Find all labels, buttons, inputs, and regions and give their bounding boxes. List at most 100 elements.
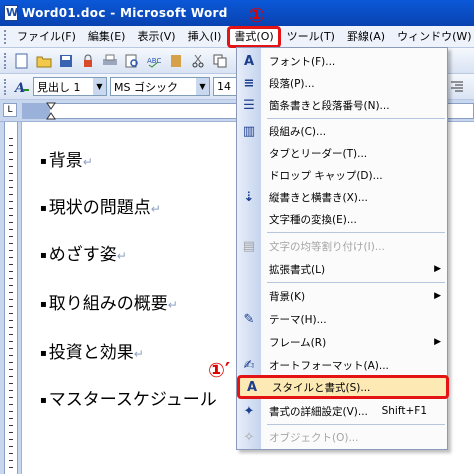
- menu-item-label: ドロップ キャップ(D)...: [269, 169, 383, 182]
- heading-line[interactable]: ▪ 背景↵: [40, 146, 93, 171]
- svg-text:A: A: [14, 81, 25, 95]
- styles-formatting-icon: A: [246, 379, 258, 395]
- menu-item-label: 背景(K): [269, 290, 306, 303]
- paragraph-icon: ≡: [243, 75, 255, 91]
- paragraph-mark: ↵: [116, 249, 127, 263]
- heading-text: マスタースケジュール: [48, 390, 217, 410]
- cut-icon[interactable]: [188, 51, 208, 71]
- style-select-value: 見出し 1: [37, 80, 81, 94]
- menu-separator: [267, 232, 445, 233]
- menu-window[interactable]: ウィンドウ(W): [391, 27, 474, 47]
- background-icon: [237, 285, 261, 307]
- spelling-icon[interactable]: ABC: [144, 51, 164, 71]
- menu-item-drop-cap[interactable]: ドロップ キャップ(D)...: [237, 164, 449, 186]
- menu-item-object: ✧ オブジェクト(O)...: [237, 426, 449, 448]
- menu-item-paragraph[interactable]: ≡ 段落(P)...: [237, 72, 449, 94]
- menu-item-label: フレーム(R): [269, 336, 327, 349]
- vertical-ruler: [0, 122, 22, 474]
- menu-item-label: スタイルと書式(S)...: [272, 381, 371, 394]
- bullet: ▪: [40, 394, 47, 406]
- menu-item-label: 書式の詳細設定(V)...: [269, 405, 368, 418]
- heading-text: 取り組みの概要: [48, 294, 168, 314]
- menu-item-reveal-formatting[interactable]: ✦ 書式の詳細設定(V)... Shift+F1: [237, 400, 449, 422]
- paragraph-mark: ↵: [82, 155, 93, 169]
- save-icon[interactable]: [56, 51, 76, 71]
- toolbar-grip[interactable]: [4, 52, 7, 69]
- tabs-icon: [237, 142, 261, 164]
- bullet: ▪: [40, 155, 47, 167]
- font-select[interactable]: MS ゴシック ▼: [110, 77, 210, 96]
- menu-item-background[interactable]: 背景(K) ▶: [237, 285, 449, 307]
- heading-text: 現状の問題点: [48, 198, 151, 218]
- new-document-icon[interactable]: [12, 51, 32, 71]
- menu-item-columns[interactable]: ▥ 段組み(C)...: [237, 120, 449, 142]
- bullet: ▪: [40, 249, 47, 261]
- heading-line[interactable]: ▪ めざす姿↵: [40, 240, 127, 265]
- theme-icon: ✎: [243, 311, 255, 327]
- menu-item-label: オートフォーマット(A)...: [269, 359, 389, 372]
- permission-icon[interactable]: [78, 51, 98, 71]
- copy-icon[interactable]: [210, 51, 230, 71]
- menu-item-styles-formatting[interactable]: A スタイルと書式(S)...: [237, 375, 449, 399]
- paragraph-mark: ↵: [133, 347, 144, 361]
- menu-separator: [267, 282, 445, 283]
- menu-item-label: テーマ(H)...: [269, 313, 327, 326]
- submenu-arrow-icon: ▶: [434, 264, 441, 274]
- print-icon[interactable]: [100, 51, 120, 71]
- heading-line[interactable]: ▪ 投資と効果↵: [40, 338, 144, 363]
- menu-table[interactable]: 罫線(A): [341, 27, 391, 47]
- menu-view[interactable]: 表示(V): [131, 27, 181, 47]
- annotation-marker-1: ①: [248, 3, 265, 27]
- menu-format[interactable]: 書式(O): [227, 25, 281, 48]
- menubar-grip[interactable]: [4, 29, 6, 44]
- heading-line[interactable]: ▪ 現状の問題点↵: [40, 193, 161, 218]
- menu-item-distribute-text: ▤ 文字の均等割り付け(I)...: [237, 235, 449, 257]
- window-title: Word01.doc - Microsoft Word: [22, 6, 228, 20]
- menu-edit[interactable]: 編集(E): [82, 27, 132, 47]
- menu-item-change-case[interactable]: 文字種の変換(E)...: [237, 208, 449, 230]
- menu-item-label: タブとリーダー(T)...: [269, 147, 368, 160]
- heading-line[interactable]: ▪ マスタースケジュール: [40, 385, 217, 410]
- title-bar: Word01.doc - Microsoft Word: [0, 0, 474, 26]
- columns-icon: ▥: [242, 123, 256, 139]
- annotation-marker-1-prime: ①′: [208, 358, 231, 382]
- reveal-formatting-icon: ✦: [243, 403, 255, 419]
- print-preview-icon[interactable]: [122, 51, 142, 71]
- menu-item-label: 文字種の変換(E)...: [269, 213, 357, 226]
- menu-item-frames[interactable]: フレーム(R) ▶: [237, 331, 449, 353]
- text-direction-icon: ⇣: [243, 189, 255, 205]
- heading-line[interactable]: ▪ 取り組みの概要↵: [40, 289, 178, 314]
- chevron-down-icon[interactable]: ▼: [93, 78, 106, 95]
- menu-item-font[interactable]: A フォント(F)...: [237, 50, 449, 72]
- open-folder-icon[interactable]: [34, 51, 54, 71]
- style-select[interactable]: 見出し 1 ▼: [33, 77, 107, 96]
- submenu-arrow-icon: ▶: [434, 291, 441, 301]
- menu-item-theme[interactable]: ✎ テーマ(H)...: [237, 308, 449, 330]
- indent-marker-icon[interactable]: [46, 102, 56, 123]
- format-menu: A フォント(F)... ≡ 段落(P)... ☰ 箇条書きと段落番号(N)..…: [236, 47, 449, 450]
- menu-item-label: オブジェクト(O)...: [269, 431, 359, 444]
- menu-item-tabs[interactable]: タブとリーダー(T)...: [237, 142, 449, 164]
- paragraph-mark: ↵: [150, 202, 161, 216]
- menu-item-asian-layout[interactable]: 拡張書式(L) ▶: [237, 258, 449, 280]
- bullet: ▪: [40, 202, 47, 214]
- toolbar-grip[interactable]: [4, 78, 7, 95]
- font-select-value: MS ゴシック: [114, 80, 178, 94]
- align-right-icon[interactable]: [447, 77, 467, 97]
- menu-file[interactable]: ファイル(F): [11, 27, 82, 47]
- autoformat-icon: ✍: [243, 357, 255, 373]
- bullet: ▪: [40, 298, 47, 310]
- research-icon[interactable]: [166, 51, 186, 71]
- menu-item-text-direction[interactable]: ⇣ 縦書きと横書き(X)...: [237, 186, 449, 208]
- menu-tools[interactable]: ツール(T): [281, 27, 341, 47]
- menu-item-label: 箇条書きと段落番号(N)...: [269, 99, 390, 112]
- word-app-icon: [4, 5, 18, 21]
- menu-item-autoformat[interactable]: ✍ オートフォーマット(A)...: [237, 354, 449, 376]
- styles-formatting-icon[interactable]: A: [12, 77, 32, 97]
- tab-selector[interactable]: L: [3, 103, 17, 117]
- bullet: ▪: [40, 347, 47, 359]
- menu-item-bullets-numbering[interactable]: ☰ 箇条書きと段落番号(N)...: [237, 94, 449, 116]
- menu-item-label: 縦書きと横書き(X)...: [269, 191, 368, 204]
- menu-insert[interactable]: 挿入(I): [182, 27, 228, 47]
- chevron-down-icon[interactable]: ▼: [196, 78, 209, 95]
